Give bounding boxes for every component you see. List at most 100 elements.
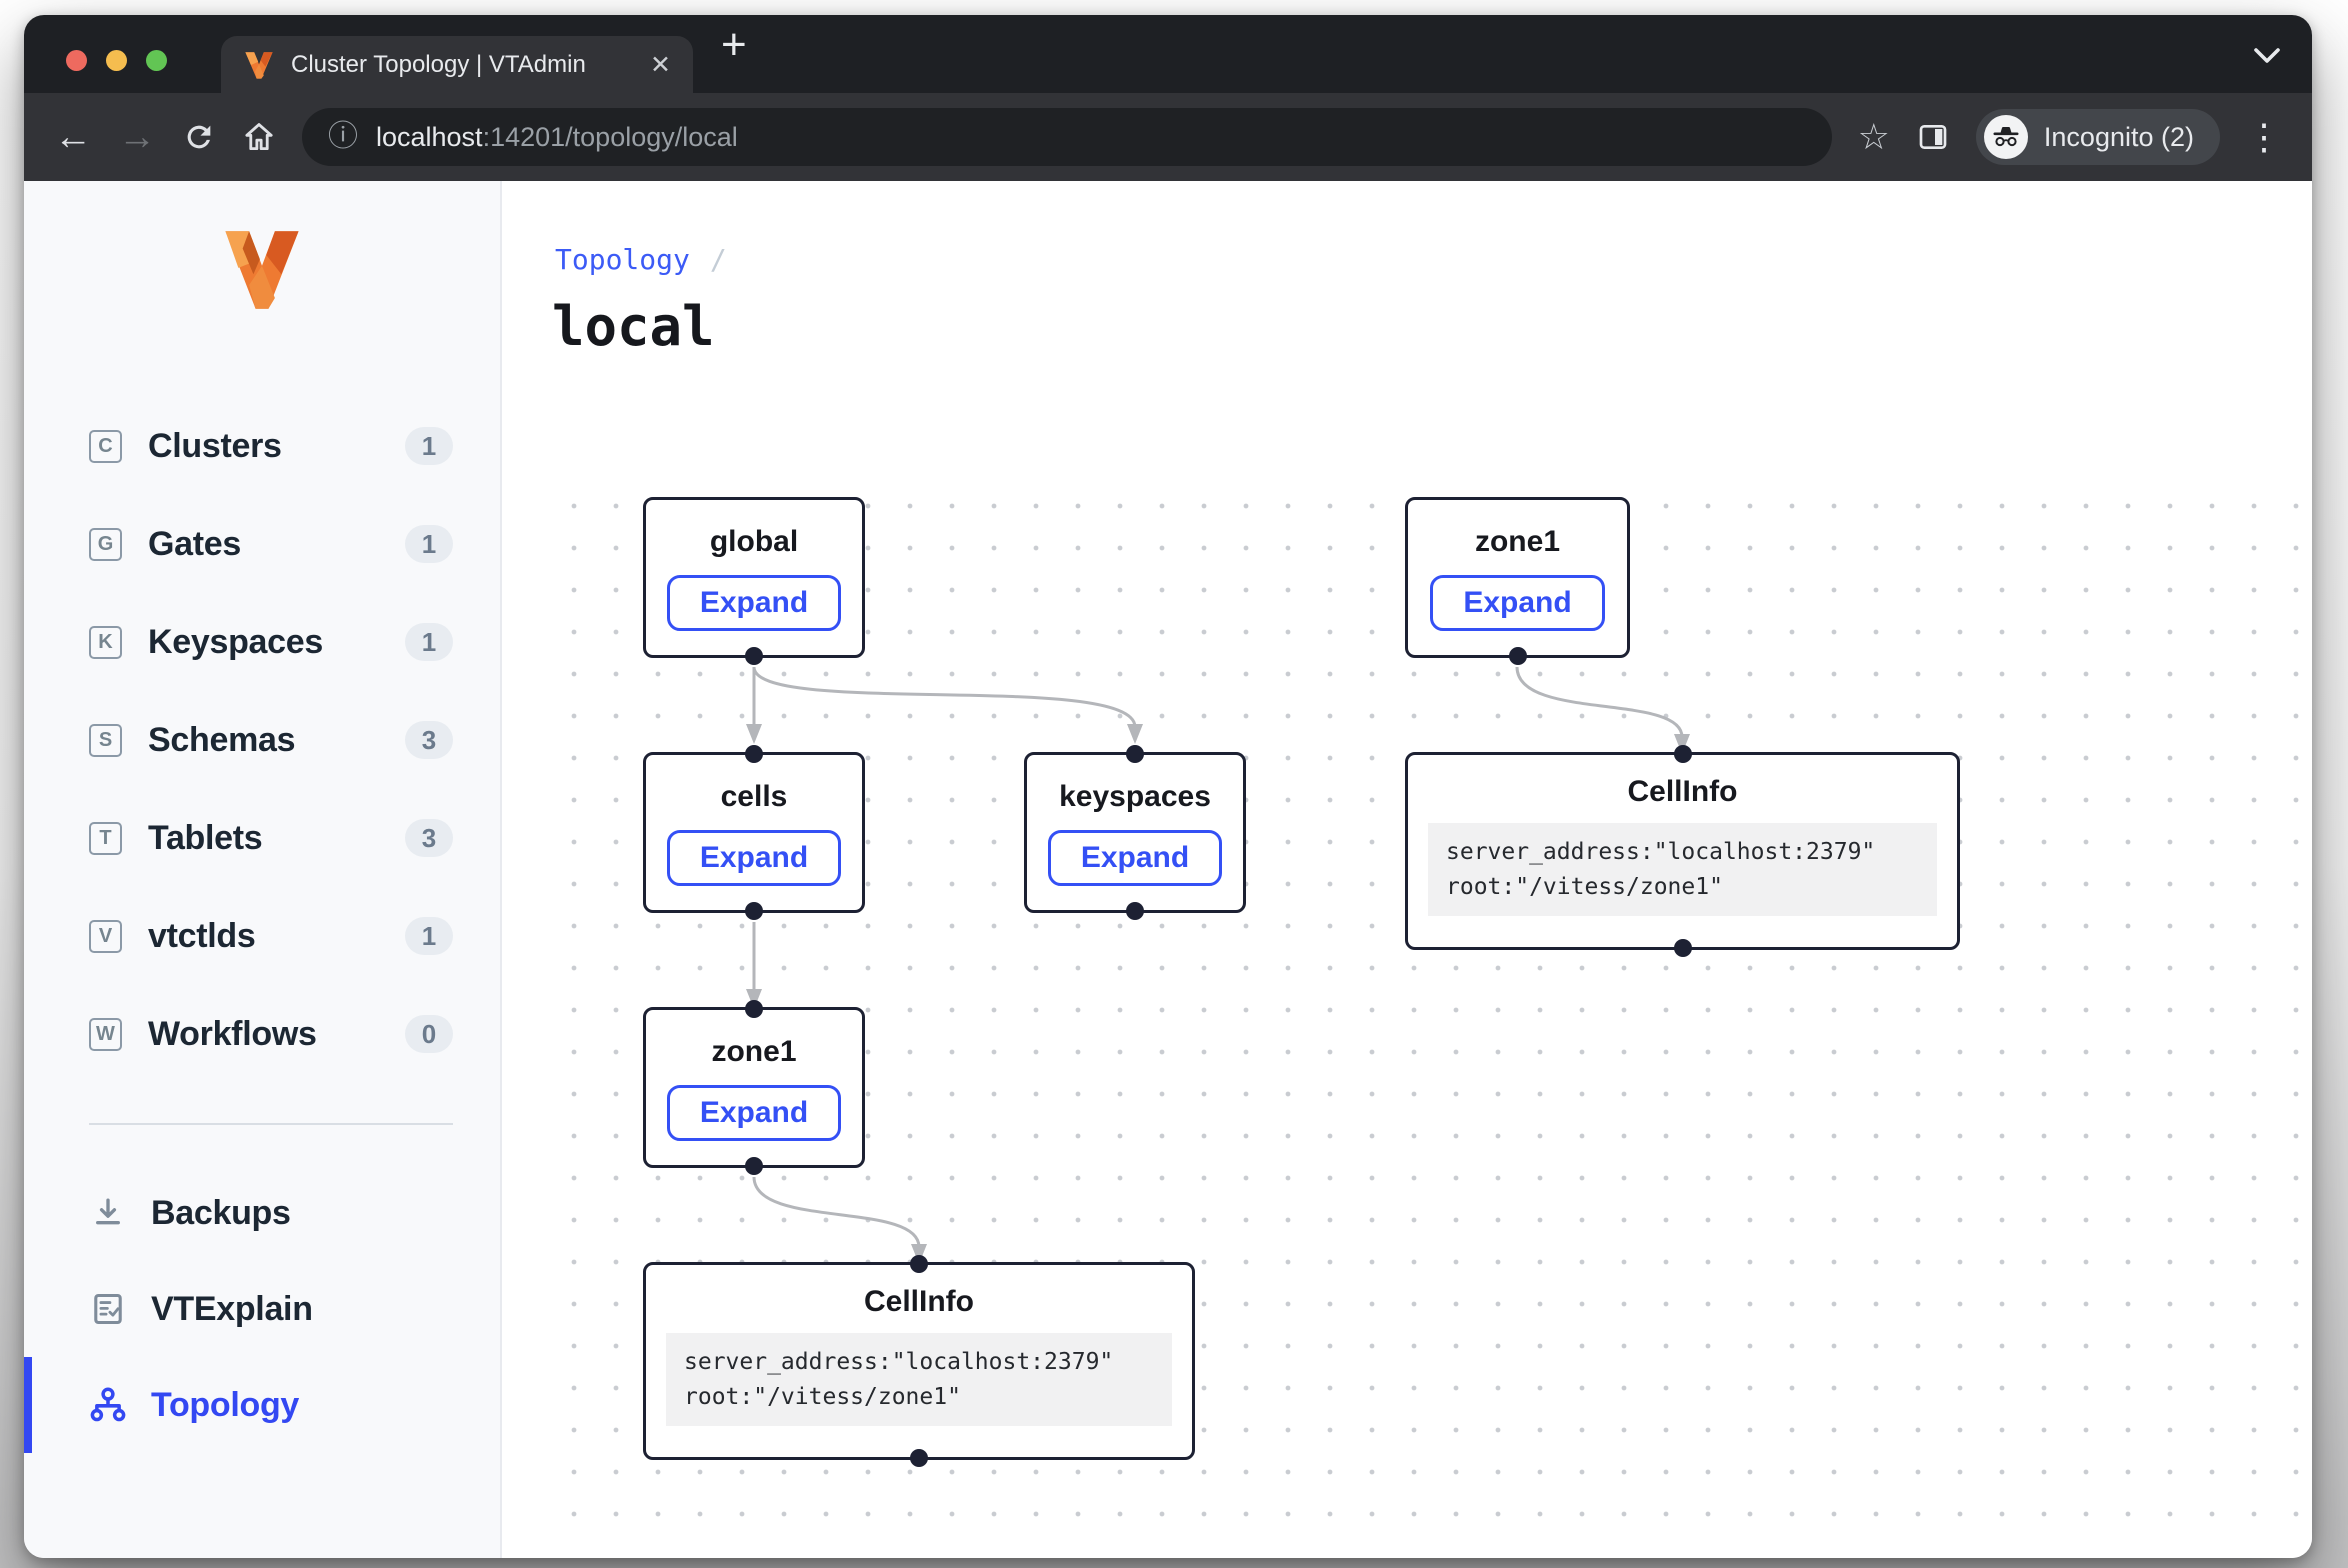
connection-handle xyxy=(745,1157,763,1175)
sidebar-item-label: Keyspaces xyxy=(148,623,323,662)
bookmark-star-icon[interactable]: ☆ xyxy=(1858,119,1890,155)
sidebar-item-label: vtctlds xyxy=(148,917,256,956)
tab-strip: Cluster Topology | VTAdmin ✕ + xyxy=(24,15,2312,93)
sidebar-item-gates[interactable]: G Gates 1 xyxy=(24,495,500,593)
url-host: localhost xyxy=(376,122,483,152)
home-icon[interactable] xyxy=(242,120,276,154)
edge-zone1top-cellinfo xyxy=(1517,667,1682,737)
back-icon[interactable]: ← xyxy=(54,118,92,156)
url-bar[interactable]: ⓘ localhost:14201/topology/local xyxy=(302,108,1832,166)
vitess-logo[interactable] xyxy=(219,223,305,317)
sidebar-item-backups[interactable]: Backups xyxy=(24,1165,500,1261)
browser-toolbar: ← → ⓘ localhost:14201/topology/local ☆ xyxy=(24,93,2312,181)
connection-handle xyxy=(1126,745,1144,763)
sidebar-item-schemas[interactable]: S Schemas 3 xyxy=(24,691,500,789)
node-cells: cells Expand xyxy=(643,752,865,913)
expand-button-global[interactable]: Expand xyxy=(667,575,841,631)
tab-title: Cluster Topology | VTAdmin xyxy=(291,51,636,79)
node-global: global Expand xyxy=(643,497,865,658)
expand-button-cells[interactable]: Expand xyxy=(667,830,841,886)
expand-button-keyspaces[interactable]: Expand xyxy=(1048,830,1222,886)
node-zone1-bottom: zone1 Expand xyxy=(643,1007,865,1168)
sidebar-item-keyspaces[interactable]: K Keyspaces 1 xyxy=(24,593,500,691)
expand-button-zone1-bottom[interactable]: Expand xyxy=(667,1085,841,1141)
side-panel-icon[interactable] xyxy=(1916,121,1950,153)
close-tab-icon[interactable]: ✕ xyxy=(650,50,671,80)
sidebar-divider xyxy=(89,1123,453,1125)
node-title: CellInfo xyxy=(864,1285,974,1319)
forward-icon[interactable]: → xyxy=(118,118,156,156)
close-window-button[interactable] xyxy=(66,50,87,71)
breadcrumb-topology-link[interactable]: Topology xyxy=(555,243,690,276)
code-line: root:"/vitess/zone1" xyxy=(684,1380,1154,1415)
tab-search-chevron-icon[interactable] xyxy=(2252,47,2282,65)
incognito-badge[interactable]: Incognito (2) xyxy=(1976,109,2220,165)
sidebar-item-label: Clusters xyxy=(148,427,282,466)
schemas-icon: S xyxy=(89,724,122,757)
sidebar-item-workflows[interactable]: W Workflows 0 xyxy=(24,985,500,1083)
sidebar-item-tablets[interactable]: T Tablets 3 xyxy=(24,789,500,887)
edge-global-keyspaces xyxy=(754,667,1135,727)
tablets-icon: T xyxy=(89,822,122,855)
incognito-avatar xyxy=(1984,115,2028,159)
new-tab-button[interactable]: + xyxy=(721,23,747,67)
sidebar-item-label: Tablets xyxy=(148,819,262,858)
code-line: server_address:"localhost:2379" xyxy=(1446,835,1919,870)
page-content: C Clusters 1 G Gates 1 K Keyspaces 1 S S… xyxy=(24,181,2312,1558)
incognito-label: Incognito (2) xyxy=(2044,122,2194,153)
sidebar-item-label: Backups xyxy=(151,1194,291,1233)
breadcrumb: Topology / xyxy=(555,243,727,276)
sidebar-item-label: Gates xyxy=(148,525,241,564)
site-info-icon[interactable]: ⓘ xyxy=(328,122,358,152)
cellinfo-code: server_address:"localhost:2379" root:"/v… xyxy=(1428,823,1937,916)
connection-handle xyxy=(1674,939,1692,957)
sidebar-item-label: VTExplain xyxy=(151,1290,313,1329)
node-keyspaces: keyspaces Expand xyxy=(1024,752,1246,913)
vitess-favicon-icon xyxy=(243,49,275,81)
topology-canvas[interactable]: global Expand zone1 Expand cells Expand xyxy=(547,477,2302,1546)
expand-button-zone1-top[interactable]: Expand xyxy=(1430,575,1604,631)
count-badge: 1 xyxy=(405,427,453,465)
active-indicator xyxy=(24,1357,32,1453)
connection-handle xyxy=(745,902,763,920)
sidebar-item-clusters[interactable]: C Clusters 1 xyxy=(24,397,500,495)
node-zone1-top: zone1 Expand xyxy=(1405,497,1630,658)
connection-handle xyxy=(1509,647,1527,665)
connection-handle xyxy=(1674,745,1692,763)
sidebar-item-vtexplain[interactable]: VTExplain xyxy=(24,1261,500,1357)
count-badge: 1 xyxy=(405,623,453,661)
node-cellinfo-bottom: CellInfo server_address:"localhost:2379"… xyxy=(643,1262,1195,1460)
node-title: zone1 xyxy=(1475,525,1560,559)
browser-tab[interactable]: Cluster Topology | VTAdmin ✕ xyxy=(221,36,693,93)
window-controls xyxy=(66,50,167,71)
edge-zone1-cellinfo xyxy=(754,1177,919,1247)
sidebar-item-label: Workflows xyxy=(148,1015,317,1054)
sidebar-item-vtctlds[interactable]: V vtctlds 1 xyxy=(24,887,500,985)
url-text: localhost:14201/topology/local xyxy=(376,122,738,153)
reload-icon[interactable] xyxy=(182,120,216,154)
page-title: local xyxy=(552,295,715,358)
cellinfo-code: server_address:"localhost:2379" root:"/v… xyxy=(666,1333,1172,1426)
node-title: cells xyxy=(721,780,788,814)
minimize-window-button[interactable] xyxy=(106,50,127,71)
node-title: CellInfo xyxy=(1628,775,1738,809)
connection-handle xyxy=(910,1449,928,1467)
connection-handle xyxy=(910,1255,928,1273)
connection-handle xyxy=(745,647,763,665)
vtctlds-icon: V xyxy=(89,920,122,953)
fullscreen-window-button[interactable] xyxy=(146,50,167,71)
sidebar-item-topology[interactable]: Topology xyxy=(24,1357,500,1453)
main-panel: Topology / local xyxy=(502,181,2312,1558)
connection-handle xyxy=(745,745,763,763)
keyspaces-icon: K xyxy=(89,626,122,659)
sidebar-nav: C Clusters 1 G Gates 1 K Keyspaces 1 S S… xyxy=(24,397,500,1083)
browser-window: Cluster Topology | VTAdmin ✕ + ← → ⓘ loc… xyxy=(24,15,2312,1558)
topology-icon xyxy=(89,1386,127,1424)
count-badge: 0 xyxy=(405,1015,453,1053)
backups-icon xyxy=(89,1194,127,1232)
sidebar-item-label: Topology xyxy=(151,1386,299,1425)
browser-menu-icon[interactable]: ⋮ xyxy=(2246,126,2282,148)
node-title: zone1 xyxy=(711,1035,796,1069)
count-badge: 3 xyxy=(405,721,453,759)
connection-handle xyxy=(745,1000,763,1018)
